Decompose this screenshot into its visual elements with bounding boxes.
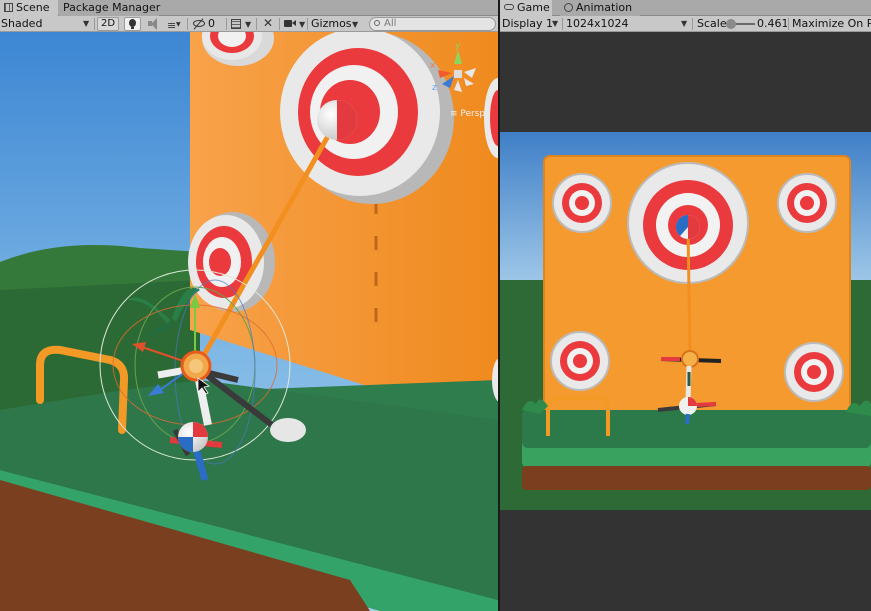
camera-settings-button[interactable]: ▼ [283, 17, 307, 31]
draw-mode-label: Shaded [1, 17, 43, 30]
gizmos-dropdown-arrow[interactable]: ▼ [350, 17, 362, 31]
letterbox-top [500, 32, 871, 132]
game-legs-red [695, 402, 717, 407]
gizmo-x-cone[interactable] [438, 70, 452, 78]
gizmo-y-cone[interactable] [454, 50, 462, 64]
speaker-cone-icon [151, 18, 157, 30]
tab-package-manager-label: Package Manager [63, 1, 161, 14]
scene-grid-icon [4, 3, 13, 12]
chevron-down-icon: ▼ [299, 20, 306, 29]
clock-icon [564, 3, 573, 12]
letterbox-bottom [500, 510, 871, 611]
grid-toggle-button[interactable]: ▼ [230, 17, 254, 31]
selected-joint-core [189, 359, 203, 373]
toolbar-divider [692, 18, 693, 30]
search-placeholder: All [384, 18, 397, 29]
camera-icon [284, 20, 292, 27]
hidden-objects-toggle[interactable]: 0 [192, 17, 222, 31]
lighting-toggle-button[interactable] [124, 17, 141, 31]
game-target-bottom-left [550, 331, 610, 391]
resolution-dropdown[interactable]: 1024x1024 ▼ [566, 17, 690, 31]
game-target-bottom-right [784, 342, 844, 402]
tools-icon: ✕ [263, 16, 274, 30]
2d-toggle-button[interactable]: 2D [97, 17, 119, 31]
gizmo-x-label: x [430, 61, 436, 71]
maximize-on-play-toggle[interactable]: Maximize On Play [792, 17, 871, 31]
chevron-down-icon: ▼ [552, 19, 559, 28]
scale-label: Scale [697, 17, 727, 30]
chevron-down-icon: ▼ [176, 21, 181, 28]
lightbulb-icon [129, 19, 136, 27]
scene-panel: Scene Package Manager Shaded ▼ 2D ≡ ▼ 0 … [0, 0, 498, 611]
gizmos-label: Gizmos [311, 17, 352, 30]
gizmo-neg-cone-1[interactable] [464, 68, 476, 78]
toolbar-divider [788, 18, 789, 30]
tab-animation[interactable]: Animation [560, 0, 640, 16]
tab-package-manager[interactable]: Package Manager [59, 0, 161, 16]
chevron-down-icon: ▼ [352, 20, 359, 29]
game-toolbar: Display 1 ▼ 1024x1024 ▼ Scale 0.461x Max… [500, 16, 871, 32]
scale-value: 0.461x [757, 17, 787, 30]
toolbar-divider [94, 18, 95, 30]
foot-white [270, 418, 306, 442]
scale-slider[interactable] [725, 18, 755, 30]
toolbar-divider [307, 18, 308, 30]
tab-game[interactable]: Game [500, 0, 552, 16]
game-platform-top [522, 410, 871, 448]
game-rope [686, 227, 692, 357]
hidden-count: 0 [208, 17, 215, 30]
tab-scene[interactable]: Scene [0, 0, 58, 16]
gizmo-perspective-label[interactable]: ≡ Persp [450, 109, 485, 119]
gizmo-neg-cone-3[interactable] [464, 78, 474, 86]
toolbar-divider [562, 18, 563, 30]
scene-tab-bar: Scene Package Manager [0, 0, 498, 16]
search-icon [374, 20, 380, 26]
toolbar-divider [226, 18, 227, 30]
game-panel: Game Animation Display 1 ▼ 1024x1024 ▼ S… [500, 0, 871, 611]
tools-button[interactable]: ✕ [262, 16, 276, 31]
draw-mode-dropdown[interactable]: Shaded ▼ [0, 17, 92, 31]
gizmo-neg-cone-2[interactable] [454, 80, 462, 92]
tab-game-label: Game [517, 1, 550, 14]
chevron-down-icon: ▼ [681, 19, 688, 28]
game-target-top-left [552, 173, 612, 233]
grid-icon [231, 19, 241, 29]
scene-toolbar: Shaded ▼ 2D ≡ ▼ 0 ▼ ✕ ▼ Gizmos ▼ All [0, 16, 498, 32]
display-dropdown[interactable]: Display 1 ▼ [502, 17, 560, 31]
game-platform-dirt [522, 466, 871, 490]
toolbar-divider [187, 18, 188, 30]
resolution-label: 1024x1024 [566, 17, 629, 30]
display-label: Display 1 [502, 17, 554, 30]
effects-toggle-button[interactable]: ≡ ▼ [166, 17, 182, 32]
orientation-gizmo[interactable]: y x z ≡ Persp [428, 38, 498, 124]
game-foot [685, 413, 690, 425]
game-target-top-right [777, 173, 837, 233]
game-viewport[interactable] [500, 32, 871, 611]
camera-lens-icon [292, 20, 296, 26]
gizmo-y-label: y [455, 41, 461, 51]
lightbulb-base-icon [131, 27, 134, 29]
game-tab-bar: Game Animation [500, 0, 871, 16]
scale-slider-thumb[interactable] [725, 19, 736, 29]
2d-toggle-label: 2D [100, 18, 116, 29]
gizmo-z-cone[interactable] [442, 76, 454, 88]
tab-scene-label: Scene [16, 1, 50, 14]
layers-icon: ≡ [167, 19, 177, 32]
tab-animation-label: Animation [576, 1, 633, 14]
game-joint-orange [681, 350, 699, 368]
hierarchy-search-input[interactable]: All [369, 17, 496, 31]
toolbar-divider [279, 18, 280, 30]
chevron-down-icon: ▼ [83, 19, 90, 28]
toolbar-divider [256, 18, 257, 30]
gamepad-icon [504, 4, 514, 10]
audio-toggle-button[interactable] [146, 17, 160, 31]
gizmo-center-cube[interactable] [454, 70, 462, 78]
chevron-down-icon: ▼ [245, 20, 252, 29]
maximize-on-play-label: Maximize On Play [792, 17, 871, 30]
scene-viewport[interactable] [0, 32, 498, 611]
gizmo-z-label: z [432, 83, 437, 93]
